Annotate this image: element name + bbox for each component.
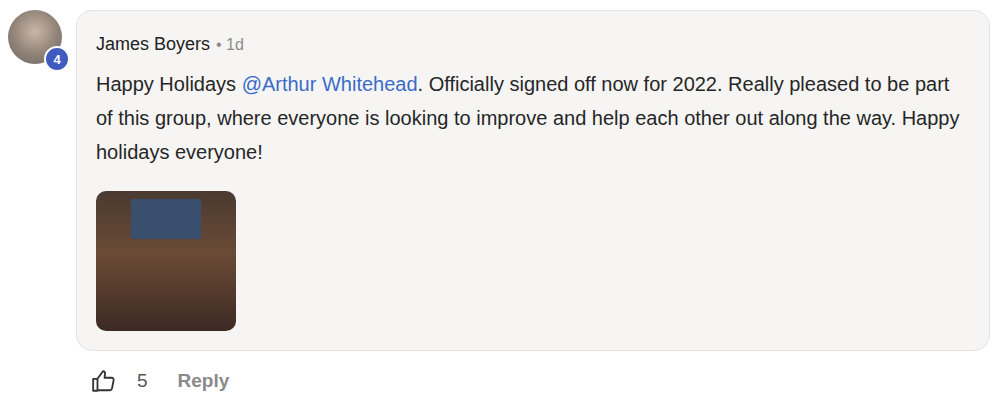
comment-header: James Boyers • 1d: [96, 32, 969, 57]
comment-body: Happy Holidays @Arthur Whitehead. Offici…: [96, 67, 969, 169]
mention-link[interactable]: @Arthur Whitehead: [242, 73, 418, 95]
author-name[interactable]: James Boyers: [96, 32, 210, 56]
avatar-wrapper: 4: [8, 10, 62, 64]
comment-time: • 1d: [216, 33, 244, 57]
comment-thread: 4 James Boyers • 1d Happy Holidays @Arth…: [0, 0, 1000, 399]
like-button[interactable]: 5: [91, 368, 148, 394]
gif-door: [131, 199, 201, 239]
comment-actions: 5 Reply: [76, 363, 990, 399]
thumbs-up-icon: [91, 368, 117, 394]
comment-main: James Boyers • 1d Happy Holidays @Arthur…: [76, 10, 990, 399]
like-count: 5: [137, 370, 148, 392]
level-badge: 4: [44, 46, 70, 72]
comment: 4 James Boyers • 1d Happy Holidays @Arth…: [8, 10, 990, 399]
reply-button[interactable]: Reply: [178, 370, 230, 392]
comment-bubble: James Boyers • 1d Happy Holidays @Arthur…: [76, 10, 990, 351]
gif-attachment[interactable]: [96, 191, 236, 331]
